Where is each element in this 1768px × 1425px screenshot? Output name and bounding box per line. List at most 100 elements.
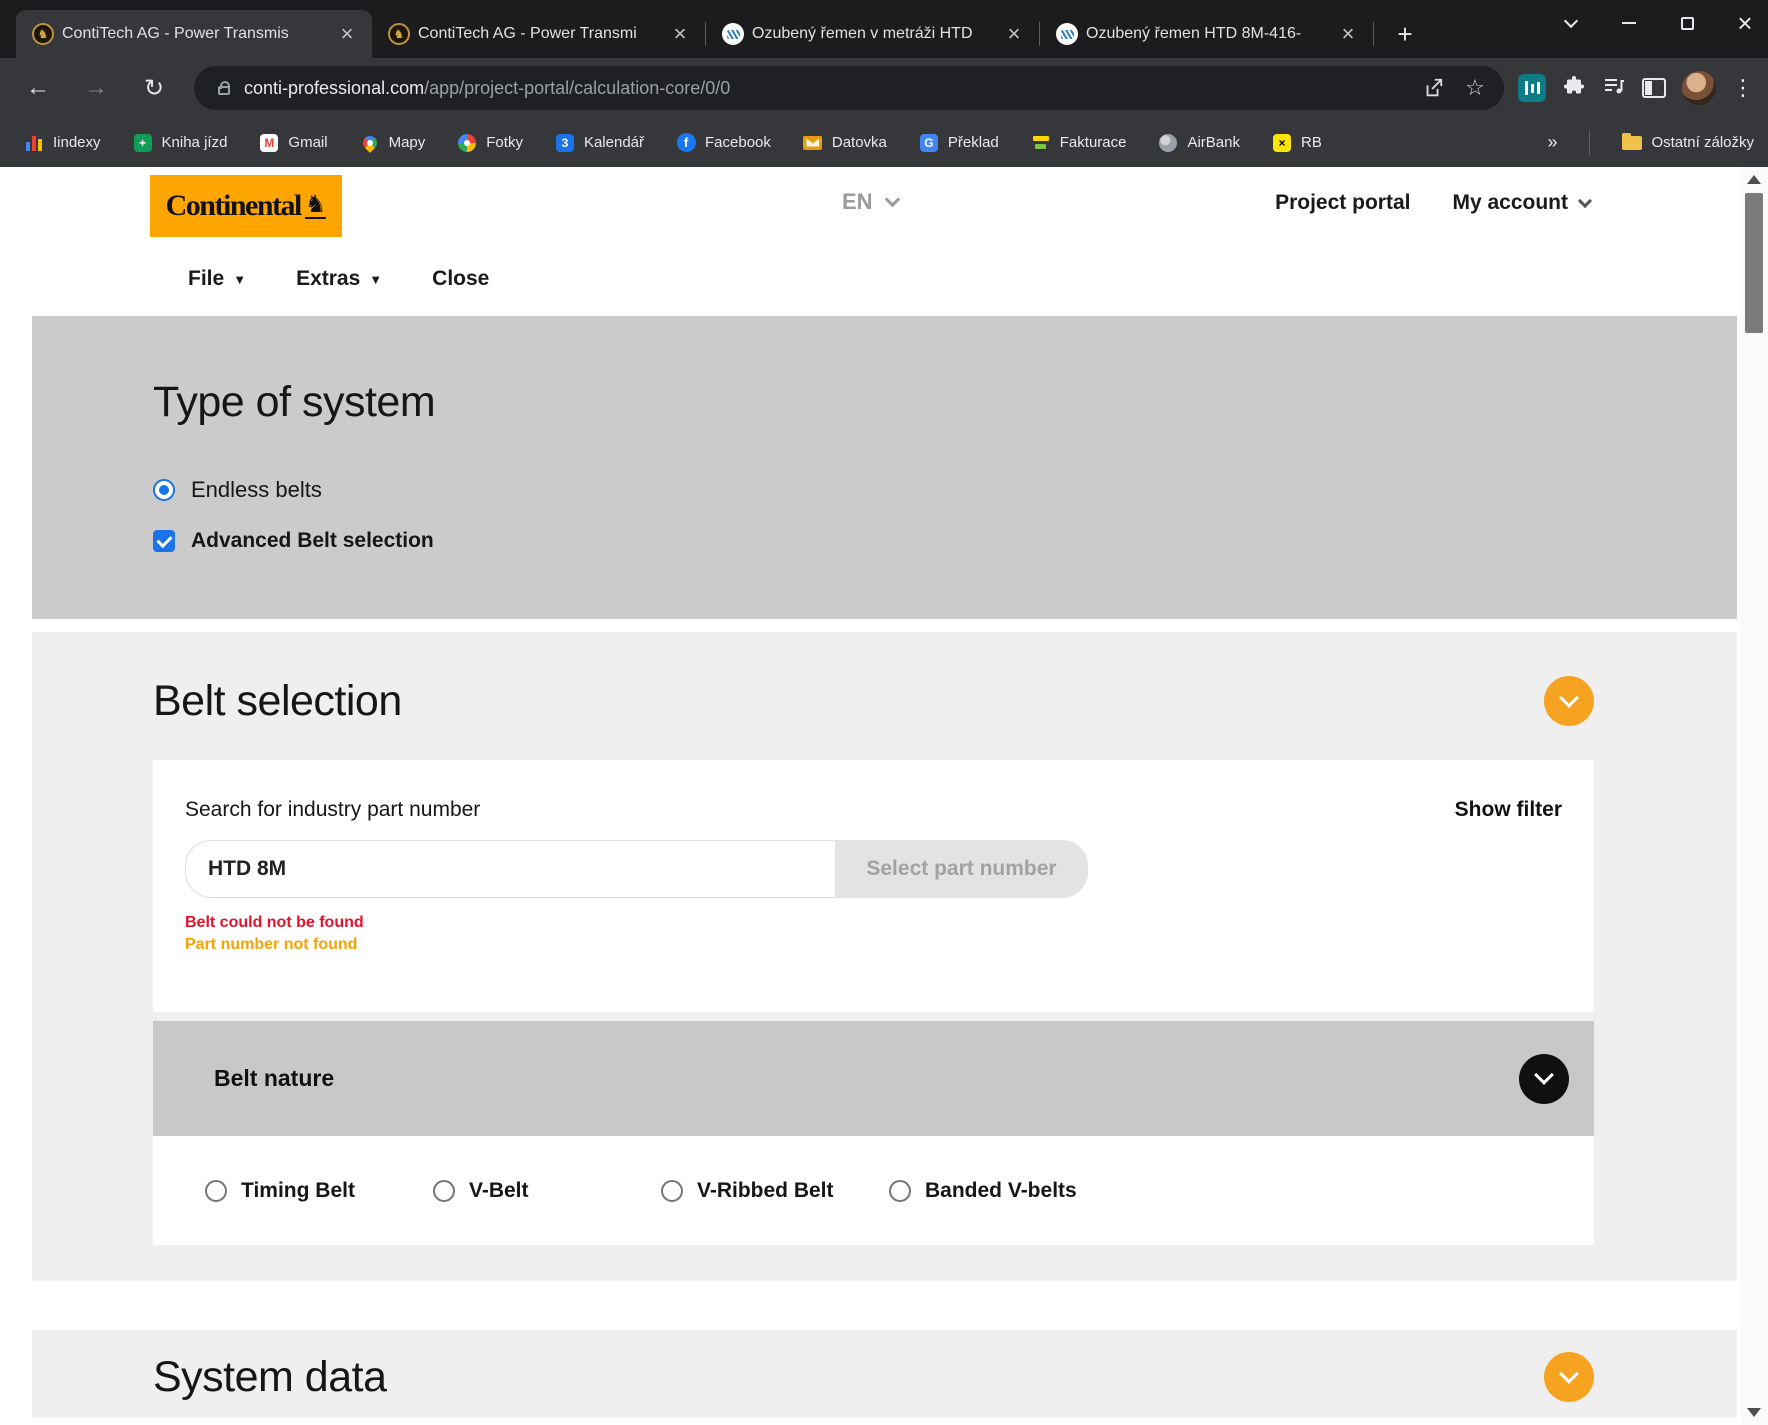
scrollbar-thumb[interactable] xyxy=(1745,193,1763,333)
tab-contitech-2[interactable]: ♞ ContiTech AG - Power Transmi × xyxy=(372,10,705,58)
invoice-icon xyxy=(1031,133,1051,153)
bookmark-fakturace[interactable]: Fakturace xyxy=(1031,133,1127,153)
tab-ozubeny-remen-metraz[interactable]: Ozubený řemen v metráži HTD × xyxy=(706,10,1039,58)
back-icon[interactable]: ← xyxy=(18,68,58,108)
maximize-button[interactable] xyxy=(1670,6,1704,40)
v-ribbed-belt-option[interactable]: V-Ribbed Belt xyxy=(661,1179,889,1203)
tab-title: Ozubený řemen HTD 8M-416- xyxy=(1086,25,1329,43)
minimize-button[interactable] xyxy=(1612,6,1646,40)
search-field-label: Search for industry part number xyxy=(185,798,480,822)
bookmark-iindexy[interactable]: Iindexy xyxy=(24,134,101,151)
continental-logo[interactable]: Continental ♞ xyxy=(150,175,342,237)
new-tab-button[interactable]: + xyxy=(1388,17,1422,51)
bookmark-mapy[interactable]: Mapy xyxy=(360,133,426,153)
facebook-icon: f xyxy=(676,133,696,153)
extras-menu[interactable]: Extras▼ xyxy=(296,267,382,291)
forward-icon[interactable]: → xyxy=(76,68,116,108)
scroll-up-icon[interactable] xyxy=(1747,175,1761,184)
radio-unselected-icon[interactable] xyxy=(889,1180,911,1202)
collapse-belt-nature-button[interactable] xyxy=(1519,1054,1569,1104)
radio-unselected-icon[interactable] xyxy=(661,1180,683,1202)
belt-favicon-icon xyxy=(722,23,744,45)
playlist-extension-icon[interactable] xyxy=(1602,74,1626,103)
raiffeisen-icon: × xyxy=(1272,133,1292,153)
tab-close-icon[interactable]: × xyxy=(1003,24,1025,44)
window-close-button[interactable]: × xyxy=(1728,6,1762,40)
show-filter-link[interactable]: Show filter xyxy=(1455,798,1562,822)
chevron-down-icon xyxy=(1578,193,1592,207)
belt-favicon-icon xyxy=(1056,23,1078,45)
chevron-down-icon xyxy=(1534,1065,1554,1085)
other-bookmarks-button[interactable]: Ostatní záložky xyxy=(1622,133,1754,153)
teal-extension-icon[interactable] xyxy=(1518,74,1546,102)
tab-title: Ozubený řemen v metráži HTD xyxy=(752,25,995,43)
chart-icon xyxy=(24,135,44,151)
language-code: EN xyxy=(842,189,873,215)
tab-title: ContiTech AG - Power Transmi xyxy=(418,25,661,43)
my-account-menu[interactable]: My account xyxy=(1452,191,1590,215)
radio-selected-icon[interactable] xyxy=(153,479,175,501)
radio-unselected-icon[interactable] xyxy=(205,1180,227,1202)
belt-nature-title: Belt nature xyxy=(214,1065,334,1092)
tab-close-icon[interactable]: × xyxy=(1337,24,1359,44)
project-portal-link[interactable]: Project portal xyxy=(1275,191,1410,215)
bookmark-kniha-jizd[interactable]: + Kniha jízd xyxy=(133,133,228,153)
tab-close-icon[interactable]: × xyxy=(336,24,358,44)
radio-unselected-icon[interactable] xyxy=(433,1180,455,1202)
bookmark-rb[interactable]: × RB xyxy=(1272,133,1322,153)
lock-icon[interactable] xyxy=(218,86,230,95)
select-part-number-button[interactable]: Select part number xyxy=(835,840,1088,898)
bookmark-facebook[interactable]: f Facebook xyxy=(676,133,771,153)
endless-belts-option[interactable]: Endless belts xyxy=(153,477,1594,503)
belt-nature-options: Timing Belt V-Belt V-Ribbed Belt Banded … xyxy=(153,1136,1594,1245)
browser-menu-icon[interactable]: ⋮ xyxy=(1732,75,1754,101)
belt-nature-header: Belt nature xyxy=(153,1021,1594,1136)
section-title: Belt selection xyxy=(153,677,402,726)
collapse-section-button[interactable] xyxy=(1544,676,1594,726)
sheets-icon: + xyxy=(133,133,153,153)
gmail-icon: M xyxy=(259,133,279,153)
app-menubar: File▼ Extras▼ Close xyxy=(188,267,489,291)
tab-close-icon[interactable]: × xyxy=(669,24,691,44)
page-scrollbar[interactable] xyxy=(1740,167,1768,1425)
tab-search-icon[interactable] xyxy=(1554,6,1588,40)
calendar-icon: 3 xyxy=(555,133,575,153)
side-panel-icon[interactable] xyxy=(1642,78,1666,98)
bookmarks-bar: Iindexy + Kniha jízd M Gmail Mapy Fotky … xyxy=(0,118,1768,167)
bookmarks-overflow-button[interactable]: » xyxy=(1547,132,1557,153)
page-url[interactable]: conti-professional.com/app/project-porta… xyxy=(244,78,1404,99)
bookmark-airbank[interactable]: AirBank xyxy=(1158,133,1240,153)
checkbox-checked-icon[interactable] xyxy=(153,530,175,552)
bookmark-star-icon[interactable]: ☆ xyxy=(1462,75,1488,101)
address-bar[interactable]: conti-professional.com/app/project-porta… xyxy=(194,66,1504,110)
tab-title: ContiTech AG - Power Transmis xyxy=(62,25,328,43)
tab-ozubeny-remen-htd[interactable]: Ozubený řemen HTD 8M-416- × xyxy=(1040,10,1373,58)
extensions-puzzle-icon[interactable] xyxy=(1562,74,1586,103)
belt-selection-section: Belt selection Search for industry part … xyxy=(32,632,1737,1281)
share-icon[interactable] xyxy=(1420,75,1446,101)
part-number-input[interactable] xyxy=(185,840,835,898)
bookmark-fotky[interactable]: Fotky xyxy=(457,133,523,153)
advanced-belt-selection-option[interactable]: Advanced Belt selection xyxy=(153,529,1594,553)
maps-pin-icon xyxy=(360,133,380,153)
part-number-search-card: Search for industry part number Show fil… xyxy=(153,760,1594,1012)
tab-contitech-1[interactable]: ♞ ContiTech AG - Power Transmis × xyxy=(16,10,372,58)
browser-window: ♞ ContiTech AG - Power Transmis × ♞ Cont… xyxy=(0,0,1768,1425)
bookmark-datovka[interactable]: Datovka xyxy=(803,133,887,153)
banded-v-belts-option[interactable]: Banded V-belts xyxy=(889,1179,1117,1203)
profile-avatar[interactable] xyxy=(1682,71,1716,105)
file-menu[interactable]: File▼ xyxy=(188,267,246,291)
chevron-down-icon xyxy=(1559,1364,1579,1384)
bookmark-gmail[interactable]: M Gmail xyxy=(259,133,327,153)
reload-icon[interactable]: ↻ xyxy=(134,68,174,108)
bookmark-preklad[interactable]: G Překlad xyxy=(919,133,999,153)
scroll-down-icon[interactable] xyxy=(1747,1408,1761,1417)
extensions-area: ⋮ xyxy=(1518,71,1754,105)
collapse-section-button[interactable] xyxy=(1544,1352,1594,1402)
language-selector[interactable]: EN xyxy=(842,189,898,215)
type-of-system-section: Type of system Endless belts Advanced Be… xyxy=(32,316,1737,619)
close-menu[interactable]: Close xyxy=(432,267,489,291)
v-belt-option[interactable]: V-Belt xyxy=(433,1179,661,1203)
bookmark-kalendar[interactable]: 3 Kalendář xyxy=(555,133,644,153)
timing-belt-option[interactable]: Timing Belt xyxy=(205,1179,433,1203)
